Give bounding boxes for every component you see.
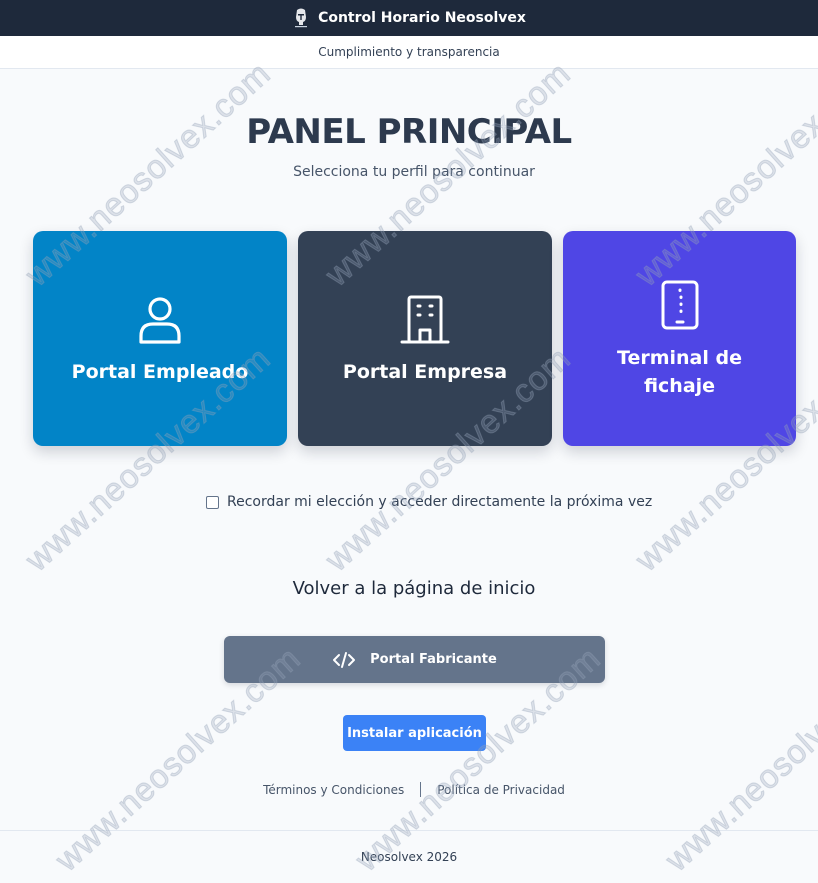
employee-portal-label: Portal Empleado (71, 360, 249, 383)
app-title: Control Horario Neosolvex (318, 10, 526, 26)
back-home-link[interactable]: Volver a la página de inicio (0, 578, 818, 599)
company-portal-label: Portal Empresa (342, 360, 508, 383)
footer-text: Neosolvex 2026 (360, 850, 458, 864)
building-icon (398, 292, 452, 346)
tagline: Cumplimiento y transparencia (318, 45, 500, 59)
page-subtitle: Selecciona tu perfil para continuar (293, 164, 535, 180)
remember-checkbox[interactable] (206, 495, 219, 509)
terminal-label: Terminal de fichaje (617, 346, 742, 397)
install-app-button[interactable]: Instalar aplicación (343, 715, 486, 751)
remember-choice[interactable]: Recordar mi elección y acceder directame… (206, 494, 652, 510)
terminal-card[interactable]: Terminal de fichaje (563, 231, 796, 446)
top-bar: Control Horario Neosolvex (0, 0, 818, 36)
remember-label: Recordar mi elección y acceder directame… (227, 494, 653, 510)
tagline-bar: Cumplimiento y transparencia (0, 36, 818, 69)
company-portal-card[interactable]: Portal Empresa (298, 231, 552, 446)
legal-links: Términos y Condiciones Política de Priva… (0, 782, 818, 797)
employee-portal-card[interactable]: Portal Empleado (33, 231, 287, 446)
privacy-link[interactable]: Política de Privacidad (437, 783, 565, 797)
page-title: PANEL PRINCIPAL (246, 112, 572, 152)
user-icon (133, 292, 187, 346)
maker-portal-label: Portal Fabricante (370, 652, 497, 667)
footer: Neosolvex 2026 (0, 830, 818, 883)
code-icon (332, 650, 356, 670)
knight-helmet-icon (292, 7, 311, 29)
terms-link[interactable]: Términos y Condiciones (263, 783, 404, 797)
maker-portal-button[interactable]: Portal Fabricante (224, 636, 605, 683)
legal-separator (420, 782, 422, 797)
tablet-icon (653, 278, 707, 332)
